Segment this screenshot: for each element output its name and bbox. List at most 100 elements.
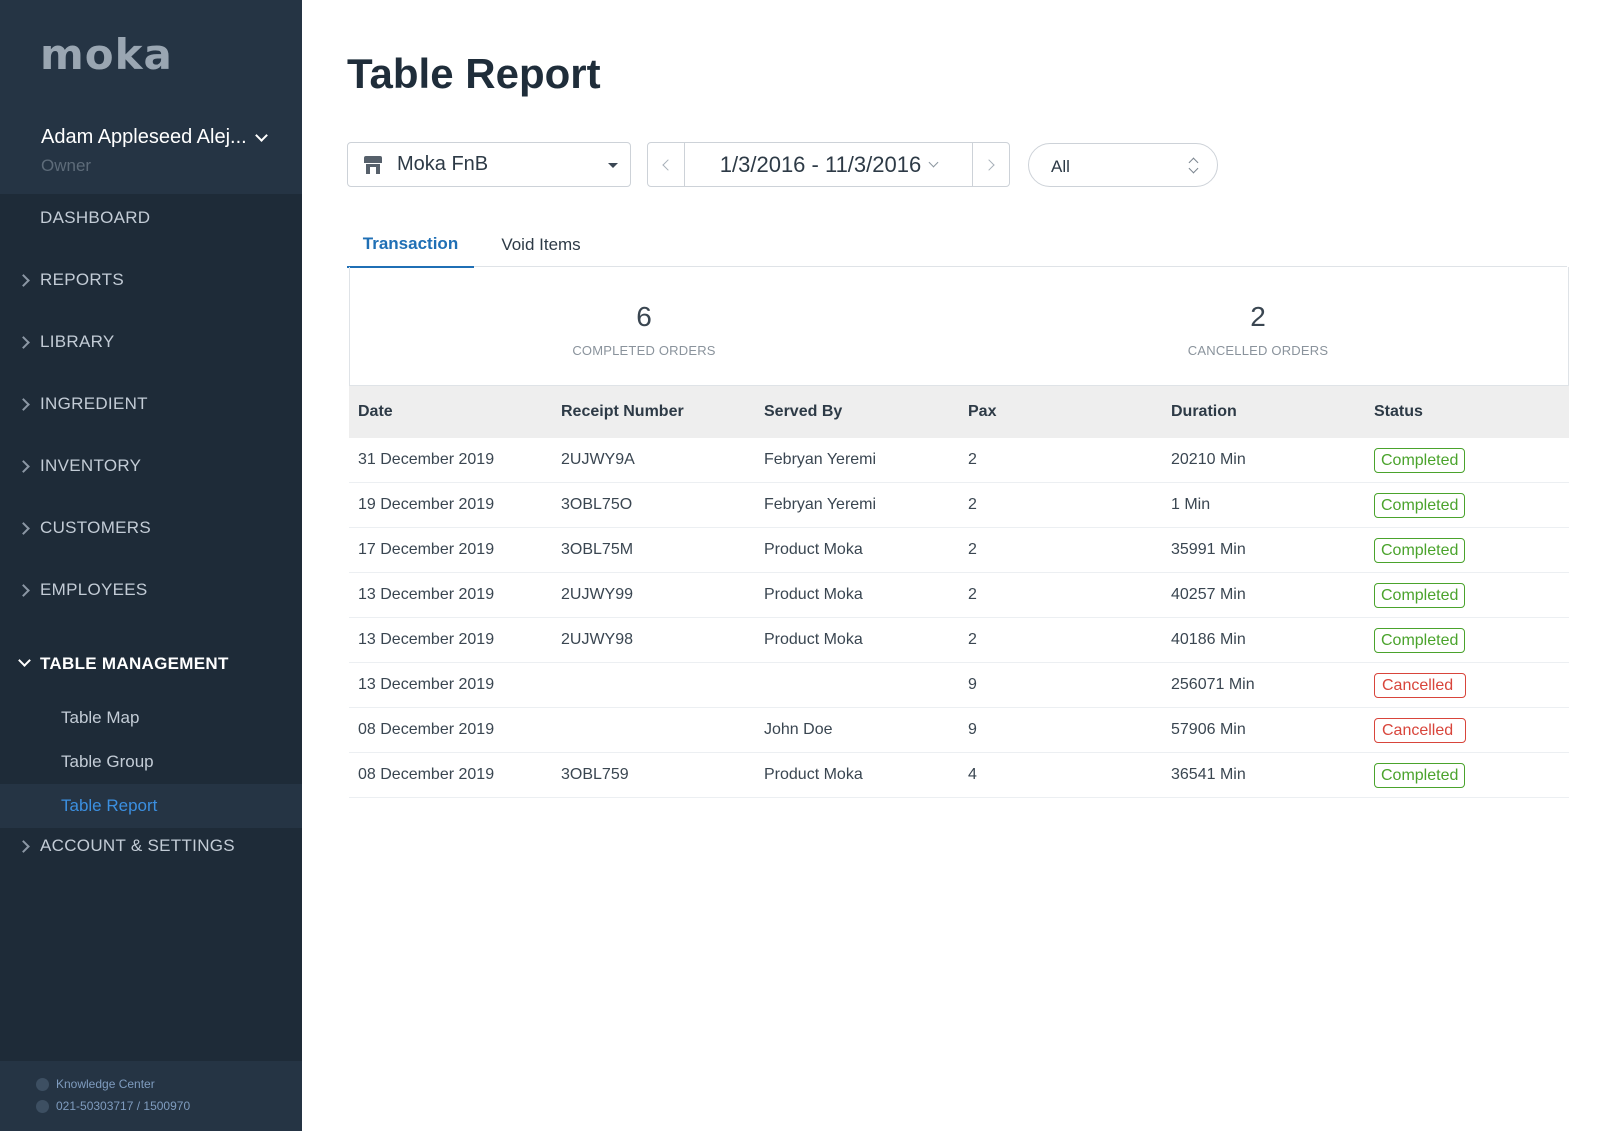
cell-duration: 1 Min bbox=[1171, 496, 1211, 513]
chevron-right-icon bbox=[983, 158, 995, 171]
completed-orders-summary: 6 COMPLETED ORDERS bbox=[544, 267, 744, 358]
column-header-duration[interactable]: Duration bbox=[1162, 403, 1365, 421]
status-badge: Cancelled bbox=[1374, 717, 1467, 743]
sidebar-item-label: REPORTS bbox=[40, 270, 124, 289]
user-menu[interactable]: Adam Appleseed Alej... bbox=[41, 126, 268, 149]
chevron-right-icon bbox=[17, 273, 30, 287]
moka-logo[interactable]: moka bbox=[40, 30, 173, 79]
outlet-select-value: Moka FnB bbox=[397, 153, 489, 175]
table-row[interactable]: 13 December 2019 2UJWY98 Product Moka 2 … bbox=[349, 618, 1569, 663]
status-filter-select[interactable]: All bbox=[1028, 143, 1218, 187]
support-phone-label: 021-50303717 / 1500970 bbox=[56, 1099, 191, 1113]
cell-pax: 2 bbox=[968, 496, 977, 513]
cell-date: 19 December 2019 bbox=[358, 496, 495, 513]
chevron-down-icon bbox=[18, 654, 31, 667]
date-range-label: 1/3/2016 - 11/3/2016 bbox=[719, 151, 922, 177]
cell-served-by: Product Moka bbox=[764, 631, 863, 648]
cell-served-by: Febryan Yeremi bbox=[764, 451, 877, 468]
chevron-down-icon bbox=[928, 157, 939, 167]
sidebar-footer: Knowledge Center 021-50303717 / 1500970 bbox=[0, 1061, 302, 1131]
sidebar-subitem-table-group[interactable]: Table Group bbox=[0, 740, 302, 784]
table-row[interactable]: 13 December 2019 2UJWY99 Product Moka 2 … bbox=[349, 573, 1569, 618]
date-next-button[interactable] bbox=[972, 143, 1009, 186]
sidebar-item-label: Table Group bbox=[61, 752, 154, 771]
table-row[interactable]: 19 December 2019 3OBL75O Febryan Yeremi … bbox=[349, 483, 1569, 528]
cell-duration: 256071 Min bbox=[1171, 676, 1255, 693]
chevron-left-icon bbox=[662, 158, 674, 171]
cell-date: 08 December 2019 bbox=[358, 766, 495, 783]
user-name: Adam Appleseed Alej... bbox=[41, 126, 247, 148]
table-row[interactable]: 17 December 2019 3OBL75M Product Moka 2 … bbox=[349, 528, 1569, 573]
sidebar-item-account-settings[interactable]: ACCOUNT & SETTINGS bbox=[0, 826, 302, 866]
column-header-status[interactable]: Status bbox=[1365, 403, 1569, 421]
chevron-down-icon bbox=[254, 128, 268, 142]
cell-receipt: 2UJWY98 bbox=[561, 631, 634, 648]
cancelled-orders-summary: 2 CANCELLED ORDERS bbox=[1158, 267, 1358, 358]
sidebar-item-ingredient[interactable]: INGREDIENT bbox=[0, 384, 302, 424]
column-header-receipt[interactable]: Receipt Number bbox=[552, 403, 755, 421]
cell-pax: 2 bbox=[968, 586, 977, 603]
table-header: Date Receipt Number Served By Pax Durati… bbox=[349, 386, 1569, 438]
report-tabs: Transaction Void Items bbox=[347, 222, 1567, 268]
sidebar-subitem-table-map[interactable]: Table Map bbox=[0, 696, 302, 740]
chevron-right-icon bbox=[17, 459, 30, 473]
sidebar-item-label: INGREDIENT bbox=[40, 394, 148, 413]
status-badge: Completed bbox=[1374, 582, 1466, 608]
status-badge: Cancelled bbox=[1374, 672, 1467, 698]
outlet-select[interactable]: Moka FnB bbox=[347, 142, 631, 187]
tab-transaction[interactable]: Transaction bbox=[347, 222, 474, 268]
cell-duration: 57906 Min bbox=[1171, 721, 1246, 738]
cell-status: Cancelled bbox=[1365, 672, 1569, 698]
sidebar-item-label: ACCOUNT & SETTINGS bbox=[40, 836, 235, 855]
sidebar-item-inventory[interactable]: INVENTORY bbox=[0, 446, 302, 486]
sidebar-item-reports[interactable]: REPORTS bbox=[0, 260, 302, 300]
cancelled-orders-label: CANCELLED ORDERS bbox=[1187, 343, 1329, 358]
tab-void-items[interactable]: Void Items bbox=[484, 222, 598, 267]
cell-served-by: Febryan Yeremi bbox=[764, 496, 877, 513]
date-prev-button[interactable] bbox=[648, 143, 685, 186]
cell-duration: 20210 Min bbox=[1171, 451, 1246, 468]
knowledge-center-link[interactable]: Knowledge Center bbox=[36, 1077, 155, 1091]
cell-duration: 40257 Min bbox=[1171, 586, 1246, 603]
cell-served-by: Product Moka bbox=[764, 766, 863, 783]
status-badge: Completed bbox=[1374, 627, 1466, 653]
cell-status: Completed bbox=[1365, 537, 1569, 563]
table-row[interactable]: 08 December 2019 3OBL759 Product Moka 4 … bbox=[349, 753, 1569, 798]
status-badge: Completed bbox=[1374, 447, 1466, 473]
chevron-right-icon bbox=[17, 397, 30, 411]
date-range-value[interactable]: 1/3/2016 - 11/3/2016 bbox=[685, 143, 972, 186]
column-header-date[interactable]: Date bbox=[349, 403, 552, 421]
cell-receipt: 3OBL75O bbox=[561, 496, 633, 513]
completed-orders-label: COMPLETED ORDERS bbox=[572, 343, 716, 358]
cell-date: 13 December 2019 bbox=[358, 631, 495, 648]
sidebar-item-customers[interactable]: CUSTOMERS bbox=[0, 508, 302, 548]
sidebar-header: moka Adam Appleseed Alej... Owner bbox=[0, 0, 302, 194]
sidebar-subitem-table-report[interactable]: Table Report bbox=[0, 784, 302, 828]
cell-status: Completed bbox=[1365, 582, 1569, 608]
cell-status: Completed bbox=[1365, 492, 1569, 518]
table-row[interactable]: 13 December 2019 9 256071 Min Cancelled bbox=[349, 663, 1569, 708]
support-phone: 021-50303717 / 1500970 bbox=[36, 1099, 190, 1113]
column-header-served-by[interactable]: Served By bbox=[755, 403, 959, 421]
sidebar-item-employees[interactable]: EMPLOYEES bbox=[0, 570, 302, 610]
sidebar-item-label: EMPLOYEES bbox=[40, 580, 148, 599]
phone-icon bbox=[36, 1099, 49, 1113]
cell-date: 31 December 2019 bbox=[358, 451, 495, 468]
sidebar-item-dashboard[interactable]: DASHBOARD bbox=[0, 198, 302, 238]
sidebar-item-table-management[interactable]: TABLE MANAGEMENT bbox=[0, 644, 302, 684]
cell-duration: 35991 Min bbox=[1171, 541, 1246, 558]
sidebar-item-library[interactable]: LIBRARY bbox=[0, 322, 302, 362]
cancelled-orders-count: 2 bbox=[1250, 301, 1266, 332]
cell-served-by: John Doe bbox=[764, 721, 833, 738]
cell-status: Cancelled bbox=[1365, 717, 1569, 743]
cell-pax: 4 bbox=[968, 766, 977, 783]
transactions-table: Date Receipt Number Served By Pax Durati… bbox=[349, 386, 1569, 798]
cell-duration: 40186 Min bbox=[1171, 631, 1246, 648]
table-row[interactable]: 31 December 2019 2UJWY9A Febryan Yeremi … bbox=[349, 438, 1569, 483]
summary-panel: 6 COMPLETED ORDERS 2 CANCELLED ORDERS bbox=[349, 267, 1569, 386]
info-icon bbox=[36, 1077, 49, 1091]
page-title: Table Report bbox=[347, 50, 601, 97]
chevron-right-icon bbox=[17, 583, 30, 597]
table-row[interactable]: 08 December 2019 John Doe 9 57906 Min Ca… bbox=[349, 708, 1569, 753]
column-header-pax[interactable]: Pax bbox=[959, 403, 1162, 421]
